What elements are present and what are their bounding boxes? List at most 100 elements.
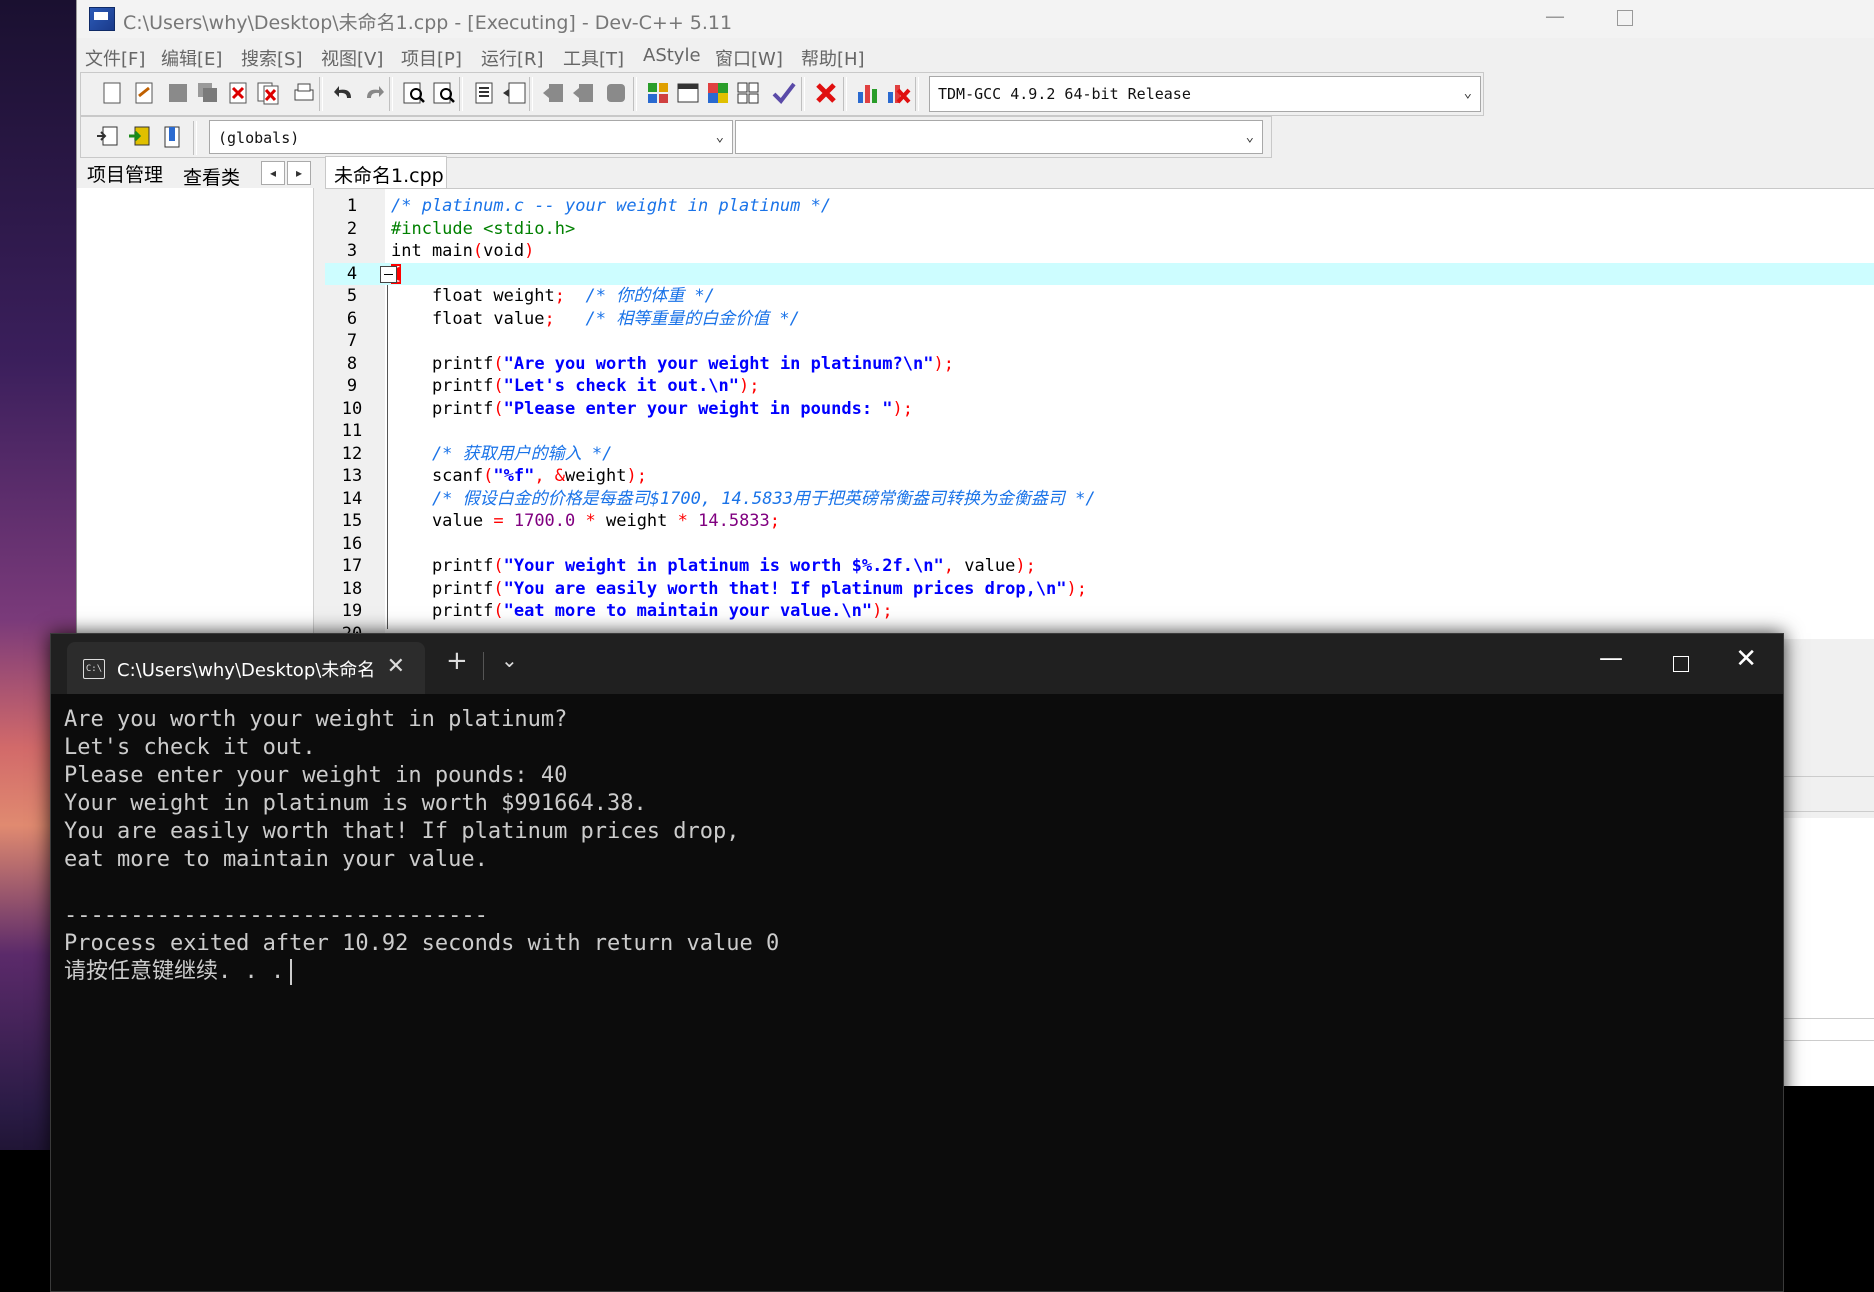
code-token: "eat more to maintain your value.\n"	[503, 601, 873, 621]
ide-maximize-button[interactable]	[1617, 10, 1633, 26]
line-number: 19	[341, 601, 363, 621]
goto-bookmark-icon[interactable]	[159, 124, 185, 150]
terminal-minimize-button[interactable]: —	[1599, 644, 1623, 672]
tab-scroll-left-icon[interactable]: ◂	[261, 161, 285, 185]
terminal-tab-title: C:\Users\why\Desktop\未命名	[117, 660, 376, 681]
code-token: printf	[391, 353, 494, 374]
open-file-icon[interactable]	[131, 80, 157, 106]
code-line[interactable]: 12 /* 获取用户的输入 */	[325, 443, 1874, 466]
line-number: 11	[341, 421, 363, 441]
code-token: "Let's check it out.\n"	[503, 376, 740, 396]
menu-project[interactable]: 项目[P]	[401, 45, 462, 71]
scope-select-value: (globals)	[218, 129, 300, 147]
code-line[interactable]: 9 printf("Let's check it out.\n");	[325, 375, 1874, 398]
menu-file[interactable]: 文件[F]	[85, 45, 145, 71]
find-icon[interactable]	[401, 80, 427, 106]
code-line[interactable]: 17 printf("Your weight in platinum is wo…	[325, 555, 1874, 578]
close-file-icon[interactable]	[225, 80, 251, 106]
code-line[interactable]: 19 printf("eat more to maintain your val…	[325, 600, 1874, 623]
terminal-output[interactable]: Are you worth your weight in platinum? L…	[64, 706, 1783, 1291]
code-line[interactable]: 5 float weight; /* 你的体重 */	[325, 285, 1874, 308]
stop-execution-icon[interactable]	[813, 80, 839, 106]
menu-window[interactable]: 窗口[W]	[715, 45, 783, 71]
code-line[interactable]: 6 float value; /* 相等重量的白金价值 */	[325, 308, 1874, 331]
line-number: 12	[341, 443, 363, 464]
code-line[interactable]: 7	[325, 330, 1874, 353]
code-line[interactable]: 14 /* 假设白金的价格是每盎司$1700, 14.5833用于把英磅常衡盎司…	[325, 488, 1874, 511]
undo-icon[interactable]	[331, 80, 357, 106]
code-token: printf	[391, 376, 494, 396]
tab-scroll-right-icon[interactable]: ▸	[287, 161, 311, 185]
compile-run-icon[interactable]	[705, 80, 731, 106]
code-line[interactable]: 4{	[325, 262, 1874, 285]
code-line[interactable]: 11	[325, 420, 1874, 443]
print-icon[interactable]	[291, 80, 317, 106]
menu-tools[interactable]: 工具[T]	[563, 45, 624, 71]
redo-icon[interactable]	[361, 80, 387, 106]
close-all-icon[interactable]	[255, 80, 281, 106]
code-text: /* 获取用户的输入 */	[391, 443, 612, 466]
ide-minimize-button[interactable]: —	[1545, 4, 1565, 28]
menu-run[interactable]: 运行[R]	[481, 45, 544, 71]
code-token: (	[493, 556, 504, 576]
symbol-select[interactable]: ⌄	[735, 120, 1263, 154]
run-icon[interactable]	[675, 80, 701, 106]
rebuild-all-icon[interactable]	[735, 80, 761, 106]
save-all-icon[interactable]	[195, 80, 221, 106]
unindent-icon[interactable]	[501, 80, 527, 106]
save-icon[interactable]	[165, 80, 191, 106]
code-line[interactable]: 16	[325, 533, 1874, 556]
code-token: printf	[391, 398, 494, 419]
compiler-select[interactable]: TDM-GCC 4.9.2 64-bit Release ⌄	[929, 76, 1481, 112]
code-editor[interactable]: 1 /* platinum.c -- your weight in platinu…	[325, 188, 1874, 644]
code-token: value	[964, 556, 1016, 576]
menu-help[interactable]: 帮助[H]	[801, 45, 865, 71]
profile-icon[interactable]	[855, 80, 881, 106]
menu-astyle[interactable]: AStyle	[643, 45, 701, 66]
code-text: scanf("%f", &weight);	[391, 465, 647, 488]
code-token: *	[667, 511, 699, 531]
menu-search[interactable]: 搜索[S]	[241, 45, 302, 71]
code-line[interactable]: 8 printf("Are you worth your weight in p…	[325, 353, 1874, 376]
code-line[interactable]: 1 /* platinum.c -- your weight in platinu…	[325, 195, 1874, 218]
code-text: printf("Your weight in platinum is worth…	[391, 555, 1036, 578]
code-line[interactable]: 18 printf("You are easily worth that! If…	[325, 578, 1874, 601]
code-token: )	[524, 241, 535, 261]
code-line[interactable]: 2 #include <stdio.h>	[325, 218, 1874, 241]
code-token: weight	[565, 466, 627, 486]
syntax-check-icon[interactable]	[771, 80, 797, 106]
chevron-down-icon[interactable]: ⌄	[501, 648, 518, 672]
scope-select[interactable]: (globals) ⌄	[209, 120, 733, 154]
terminal-maximize-button[interactable]	[1673, 656, 1689, 672]
terminal-close-button[interactable]: ✕	[1735, 644, 1757, 674]
terminal-prompt-line: 请按任意键继续. . .	[64, 958, 293, 986]
line-number: 2	[346, 218, 358, 239]
editor-tab[interactable]: 未命名1.cpp	[325, 156, 447, 189]
code-token: (	[493, 398, 504, 419]
code-token: /* 你的体重 */	[565, 286, 715, 306]
goto-back-icon[interactable]	[541, 80, 567, 106]
terminal-tab[interactable]: C:\ C:\Users\why\Desktop\未命名 ✕	[67, 642, 425, 694]
code-line[interactable]: 10 printf("Please enter your weight in p…	[325, 398, 1874, 421]
close-tab-icon[interactable]: ✕	[387, 654, 405, 679]
insert-icon[interactable]	[95, 124, 121, 150]
code-token: );	[1015, 556, 1036, 576]
menu-edit[interactable]: 编辑[E]	[161, 45, 222, 71]
code-token: , &	[534, 466, 566, 486]
bookmark-icon[interactable]	[603, 80, 629, 106]
goto-forward-icon[interactable]	[571, 80, 597, 106]
delete-profile-icon[interactable]	[885, 80, 911, 106]
indent-icon[interactable]	[471, 80, 497, 106]
replace-icon[interactable]	[431, 80, 457, 106]
tab-project-manager[interactable]: 项目管理	[87, 160, 163, 187]
compile-icon[interactable]	[645, 80, 671, 106]
code-line[interactable]: 13 scanf("%f", &weight);	[325, 465, 1874, 488]
code-line[interactable]: 15 value = 1700.0 * weight * 14.5833;	[325, 510, 1874, 533]
menu-view[interactable]: 视图[V]	[321, 45, 383, 71]
new-file-icon[interactable]	[99, 80, 125, 106]
toggle-bookmark-icon[interactable]	[127, 124, 153, 150]
fold-collapse-icon[interactable]	[380, 266, 397, 283]
new-tab-icon[interactable]: +	[446, 646, 468, 676]
tab-class-browser[interactable]: 查看类	[183, 163, 240, 190]
code-line[interactable]: 3 int main(void)	[325, 240, 1874, 263]
